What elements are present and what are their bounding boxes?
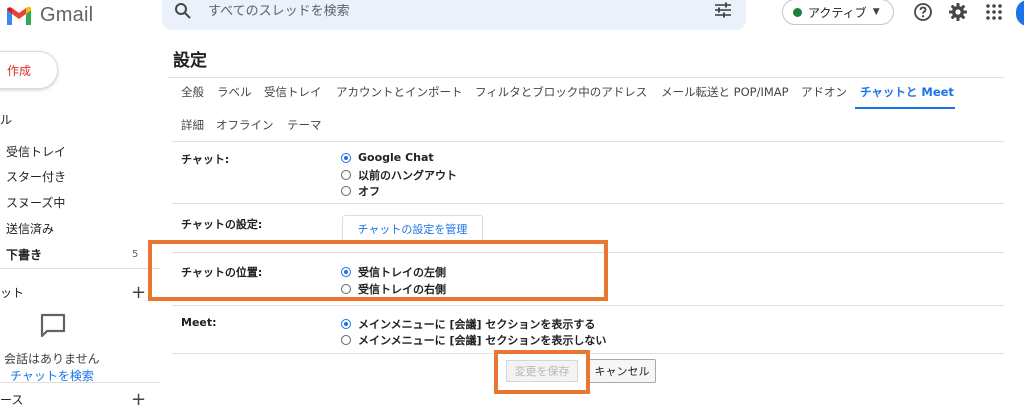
sidebar-item-inbox[interactable]: 受信トレイ — [6, 143, 66, 160]
tab-chat-meet[interactable]: チャットと Meet — [860, 84, 954, 100]
sidebar-item-starred[interactable]: スター付き — [6, 168, 66, 185]
gmail-logo[interactable]: Gmail — [6, 4, 93, 27]
tab-themes[interactable]: テーマ — [287, 117, 322, 133]
status-dropdown[interactable]: アクティブ ▼ — [782, 0, 894, 25]
meet-setting-label: Meet: — [181, 316, 217, 329]
gmail-m-icon — [7, 6, 31, 25]
option-label: Google Chat — [358, 151, 434, 164]
chat-option-off[interactable]: オフ — [341, 183, 380, 199]
meet-hide-option[interactable]: メインメニューに [会議] セクションを表示しない — [341, 332, 606, 348]
gear-icon[interactable] — [947, 1, 969, 23]
settings-row-divider — [172, 203, 1004, 204]
option-label: オフ — [358, 185, 380, 198]
account-avatar[interactable] — [1016, 0, 1024, 26]
search-input[interactable] — [208, 4, 688, 19]
mail-section-header: ル — [0, 113, 13, 127]
option-label: メインメニューに [会議] セクションを表示する — [358, 318, 596, 331]
highlight-box-chat-position — [148, 240, 608, 301]
radio-checked-icon[interactable] — [341, 319, 351, 329]
caret-down-icon: ▼ — [872, 7, 880, 17]
tab-general[interactable]: 全般 — [181, 84, 204, 100]
settings-row-divider — [172, 141, 1004, 142]
tune-icon[interactable] — [714, 2, 732, 22]
tab-filters-blocked[interactable]: フィルタとブロック中のアドレス — [475, 84, 647, 100]
sidebar-divider — [0, 268, 160, 269]
apps-grid-icon[interactable] — [983, 1, 1005, 23]
sidebar-item-drafts[interactable]: 下書き — [6, 246, 42, 263]
search-icon[interactable] — [174, 2, 192, 24]
status-dot-icon — [793, 7, 802, 17]
search-bar[interactable] — [162, 0, 746, 30]
chat-bubble-icon — [39, 312, 67, 344]
page-title: 設定 — [173, 51, 207, 71]
tab-accounts-import[interactable]: アカウントとインポート — [336, 84, 463, 100]
sidebar-item-sent[interactable]: 送信済み — [6, 220, 54, 237]
tab-advanced[interactable]: 詳細 — [181, 117, 204, 133]
drafts-count: 5 — [132, 249, 139, 260]
tab-offline[interactable]: オフライン — [216, 117, 274, 133]
spaces-section-header: ース — [0, 393, 24, 407]
status-label: アクティブ — [808, 5, 867, 20]
chat-settings-label: チャットの設定: — [181, 218, 263, 231]
top-bar: Gmail アクティブ ▼ — [0, 0, 1024, 38]
radio-checked-icon[interactable] — [341, 152, 351, 163]
manage-chat-settings-button[interactable]: チャットの設定を管理 — [342, 215, 483, 243]
chat-setting-label: チャット: — [181, 153, 230, 166]
radio-unchecked-icon[interactable] — [341, 335, 351, 345]
tab-addons[interactable]: アドオン — [801, 84, 847, 100]
tab-inbox[interactable]: 受信トレイ — [264, 84, 322, 100]
radio-unchecked-icon[interactable] — [341, 170, 351, 180]
option-label: メインメニューに [会議] セクションを表示しない — [358, 334, 607, 347]
tab-forwarding-pop-imap[interactable]: メール転送と POP/IMAP — [661, 84, 789, 100]
tabs-top-divider — [168, 77, 1004, 78]
option-label: 以前のハングアウト — [358, 169, 457, 182]
radio-unchecked-icon[interactable] — [341, 186, 351, 196]
help-icon[interactable] — [912, 1, 934, 23]
highlight-box-save-button — [494, 350, 590, 394]
active-tab-indicator — [855, 107, 955, 109]
new-space-plus-icon[interactable]: + — [131, 391, 146, 409]
compose-button[interactable]: 作成 — [0, 51, 58, 89]
chat-option-classic-hangouts[interactable]: 以前のハングアウト — [341, 167, 457, 183]
meet-show-option[interactable]: メインメニューに [会議] セクションを表示する — [341, 316, 595, 332]
settings-row-divider — [172, 305, 1004, 306]
chat-option-google-chat[interactable]: Google Chat — [341, 151, 434, 164]
sidebar-item-snoozed[interactable]: スヌーズ中 — [6, 194, 65, 211]
sidebar-divider — [0, 382, 160, 383]
tab-labels[interactable]: ラベル — [217, 84, 252, 100]
cancel-button[interactable]: キャンセル — [588, 359, 656, 383]
new-chat-plus-icon[interactable]: + — [131, 284, 146, 302]
no-conversations-text: 会話はありません — [4, 352, 100, 366]
chat-section-header: ット — [0, 286, 25, 300]
app-name: Gmail — [40, 4, 94, 26]
compose-label: 作成 — [7, 63, 32, 78]
